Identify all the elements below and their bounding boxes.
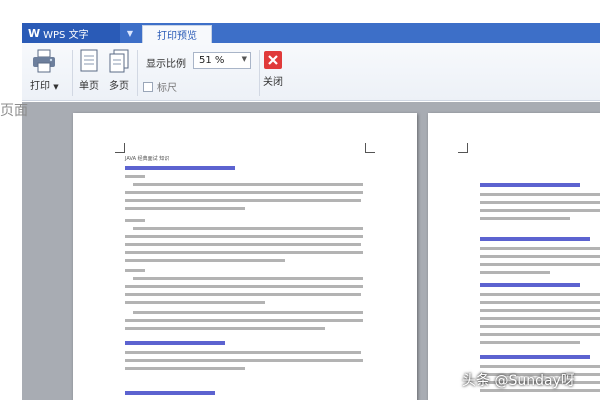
chevron-down-icon: ▼	[241, 55, 247, 63]
print-text: 打印	[30, 81, 50, 92]
text-line	[125, 235, 363, 238]
text-line	[125, 191, 363, 194]
text-line	[133, 227, 363, 230]
heading-line	[480, 355, 590, 359]
text-line	[125, 351, 361, 354]
margin-corner	[458, 143, 468, 153]
text-line	[125, 259, 285, 262]
divider	[137, 50, 138, 96]
text-line	[125, 199, 361, 202]
preview-page-2	[428, 113, 600, 400]
side-text-fragment: 页面	[0, 103, 28, 119]
text-line	[125, 301, 265, 304]
preview-page-1: JAVA 经典面试 知识	[73, 113, 417, 400]
text-line	[480, 293, 600, 296]
text-line	[125, 243, 361, 246]
divider	[259, 50, 260, 96]
zoom-select[interactable]: 51 % ▼	[193, 52, 251, 69]
app-menu-button[interactable]: W WPS 文字	[22, 23, 120, 43]
print-label: 打印 ▼	[30, 77, 59, 92]
text-line	[480, 201, 600, 204]
text-line	[125, 251, 363, 254]
title-bar: W WPS 文字 ▼ 打印预览	[22, 23, 600, 43]
text-line	[480, 271, 550, 274]
text-line	[133, 277, 363, 280]
wps-logo-icon: W	[28, 26, 40, 40]
text-line	[125, 319, 363, 322]
multi-page-button[interactable]: 多页	[108, 49, 130, 92]
margin-corner	[365, 143, 375, 153]
text-line	[480, 193, 600, 196]
text-line	[125, 359, 363, 362]
text-line	[125, 269, 145, 272]
single-page-label: 单页	[79, 81, 99, 92]
ruler-label: 标尺	[157, 83, 177, 94]
divider	[72, 50, 73, 96]
text-line	[125, 327, 325, 330]
text-line	[133, 311, 363, 314]
multi-page-label: 多页	[109, 81, 129, 92]
text-line	[480, 263, 600, 266]
text-line	[480, 333, 600, 336]
print-button[interactable]: 打印 ▼	[30, 49, 59, 92]
text-line	[480, 301, 600, 304]
text-line	[125, 175, 145, 178]
chevron-down-icon[interactable]: ▼	[122, 23, 138, 43]
app-name: WPS 文字	[43, 29, 89, 41]
text-line	[480, 317, 600, 320]
close-icon	[264, 51, 282, 69]
text-line	[125, 285, 363, 288]
text-line	[125, 219, 145, 222]
text-line	[480, 209, 600, 212]
single-page-icon	[80, 49, 98, 72]
text-line	[480, 217, 570, 220]
close-preview-button[interactable]: 关闭	[263, 51, 283, 88]
top-margin	[0, 0, 600, 23]
text-line	[480, 309, 600, 312]
text-line	[480, 255, 600, 258]
text-line	[480, 341, 580, 344]
heading-line	[125, 341, 225, 345]
tab-print-preview[interactable]: 打印预览	[142, 25, 212, 43]
heading-line	[480, 183, 580, 187]
heading-line	[480, 237, 590, 241]
ruler-checkbox[interactable]	[143, 81, 153, 92]
ribbon-toolbar: 打印 ▼ 单页 多页 关闭	[22, 43, 600, 101]
text-line	[125, 207, 245, 210]
wps-window: W WPS 文字 ▼ 打印预览 打印 ▼ 单页 多页 关闭 显示比例 51 % …	[0, 0, 600, 400]
text-line	[133, 183, 363, 186]
single-page-button[interactable]: 单页	[79, 49, 99, 92]
heading-line	[480, 283, 580, 287]
text-line	[125, 367, 245, 370]
left-strip	[0, 23, 22, 400]
text-line	[480, 365, 600, 368]
zoom-value: 51 %	[199, 55, 225, 66]
watermark: 头条 @Sunday呀	[462, 373, 575, 389]
close-label: 关闭	[263, 77, 283, 88]
zoom-label: 显示比例	[146, 59, 186, 70]
ruler-toggle[interactable]: 标尺	[143, 79, 177, 94]
text-line	[480, 247, 600, 250]
margin-corner	[115, 143, 125, 153]
chevron-down-icon: ▼	[53, 83, 59, 91]
text-line	[125, 293, 361, 296]
multi-page-icon	[109, 49, 129, 73]
page-header-text: JAVA 经典面试 知识	[125, 156, 170, 162]
printer-icon	[33, 49, 56, 73]
text-line	[480, 325, 600, 328]
heading-line	[125, 391, 215, 395]
heading-line	[125, 166, 235, 170]
